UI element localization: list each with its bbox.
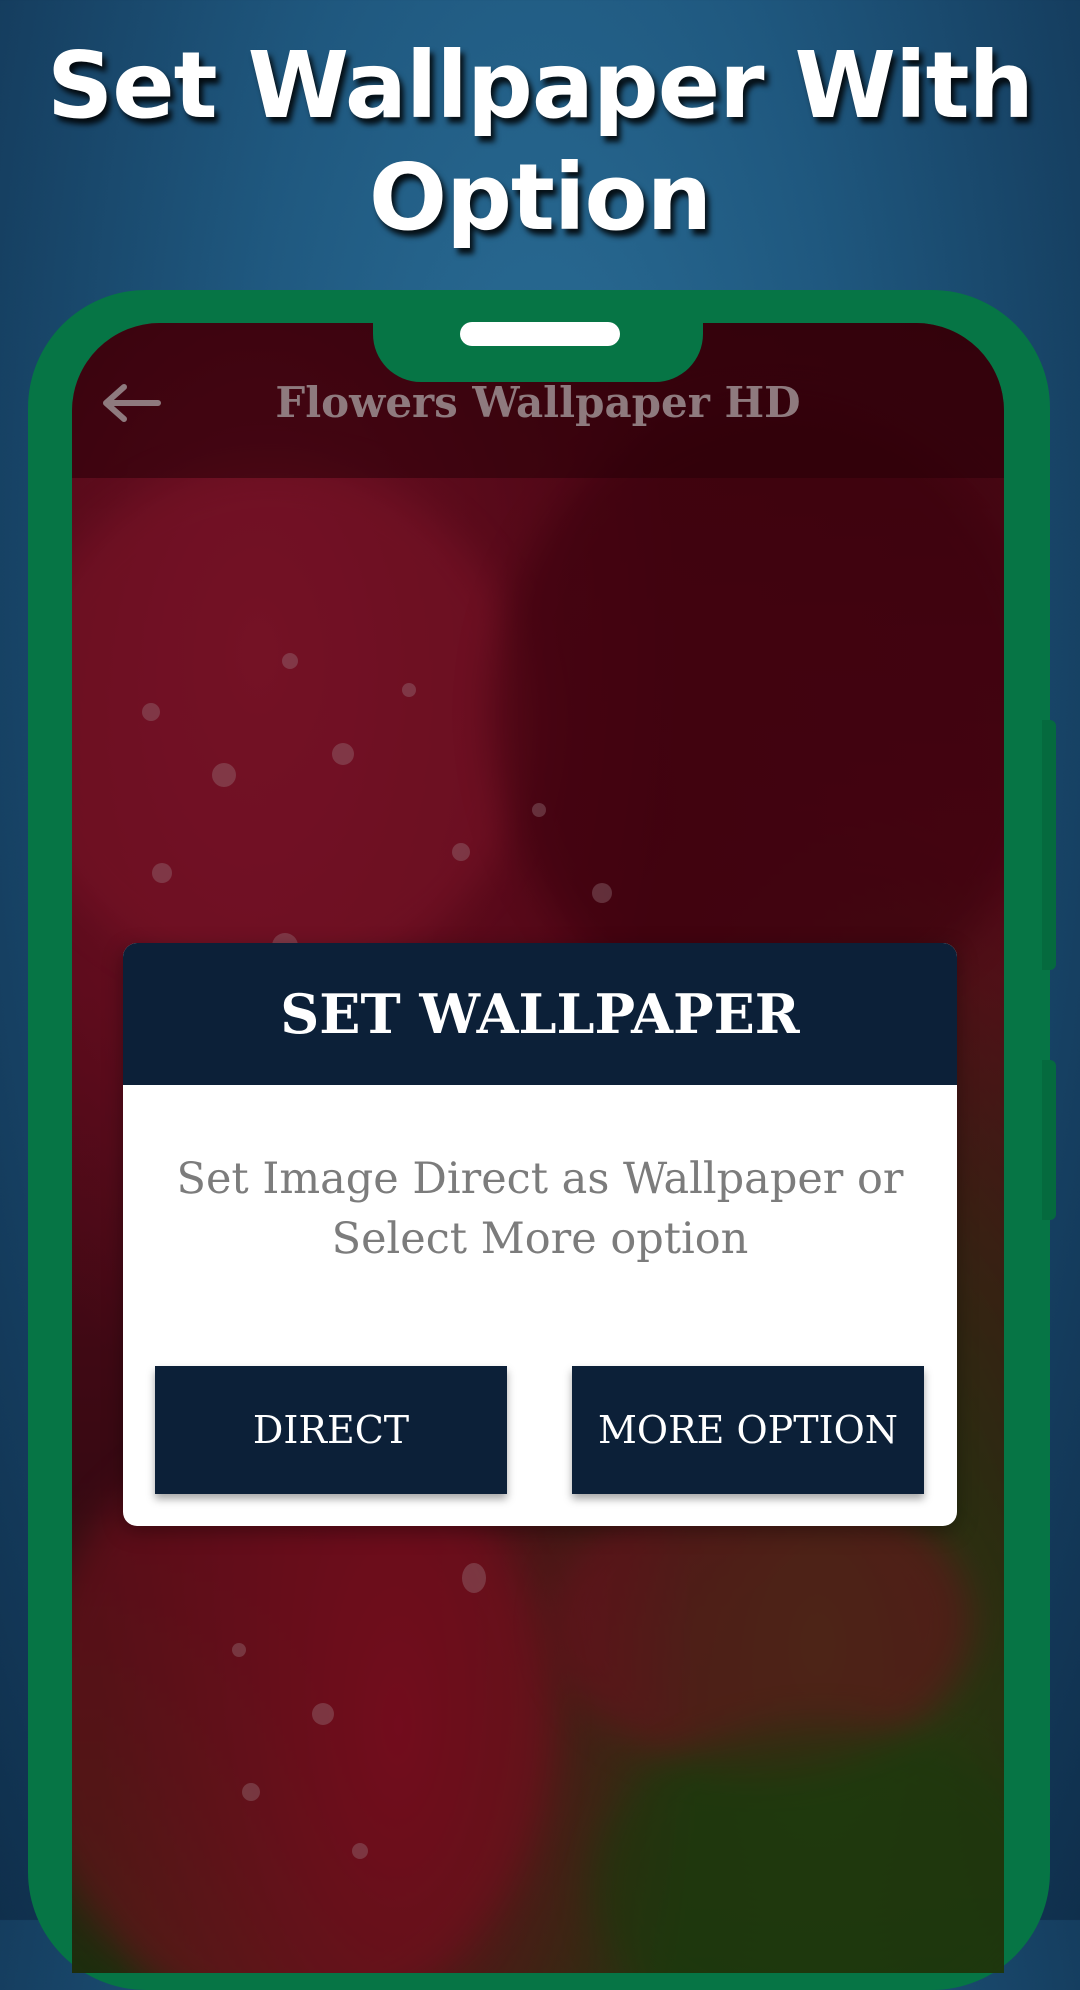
headline-line-2: Option bbox=[368, 144, 712, 251]
dialog-message-line-2: Select More option bbox=[331, 1214, 749, 1264]
promo-headline: Set Wallpaper With Option bbox=[0, 30, 1080, 254]
dialog-title: SET WALLPAPER bbox=[123, 943, 957, 1085]
set-wallpaper-dialog: SET WALLPAPER Set Image Direct as Wallpa… bbox=[123, 943, 957, 1526]
phone-side-button bbox=[1042, 1060, 1056, 1220]
headline-line-1: Set Wallpaper With bbox=[46, 32, 1034, 139]
phone-speaker bbox=[460, 322, 620, 346]
direct-button[interactable]: DIRECT bbox=[155, 1366, 507, 1494]
dialog-message: Set Image Direct as Wallpaper or Select … bbox=[163, 1149, 917, 1269]
app-title: Flowers Wallpaper HD bbox=[275, 378, 801, 427]
dialog-message-line-1: Set Image Direct as Wallpaper or bbox=[176, 1154, 904, 1204]
more-option-button[interactable]: MORE OPTION bbox=[572, 1366, 924, 1494]
phone-side-button bbox=[1042, 720, 1056, 970]
